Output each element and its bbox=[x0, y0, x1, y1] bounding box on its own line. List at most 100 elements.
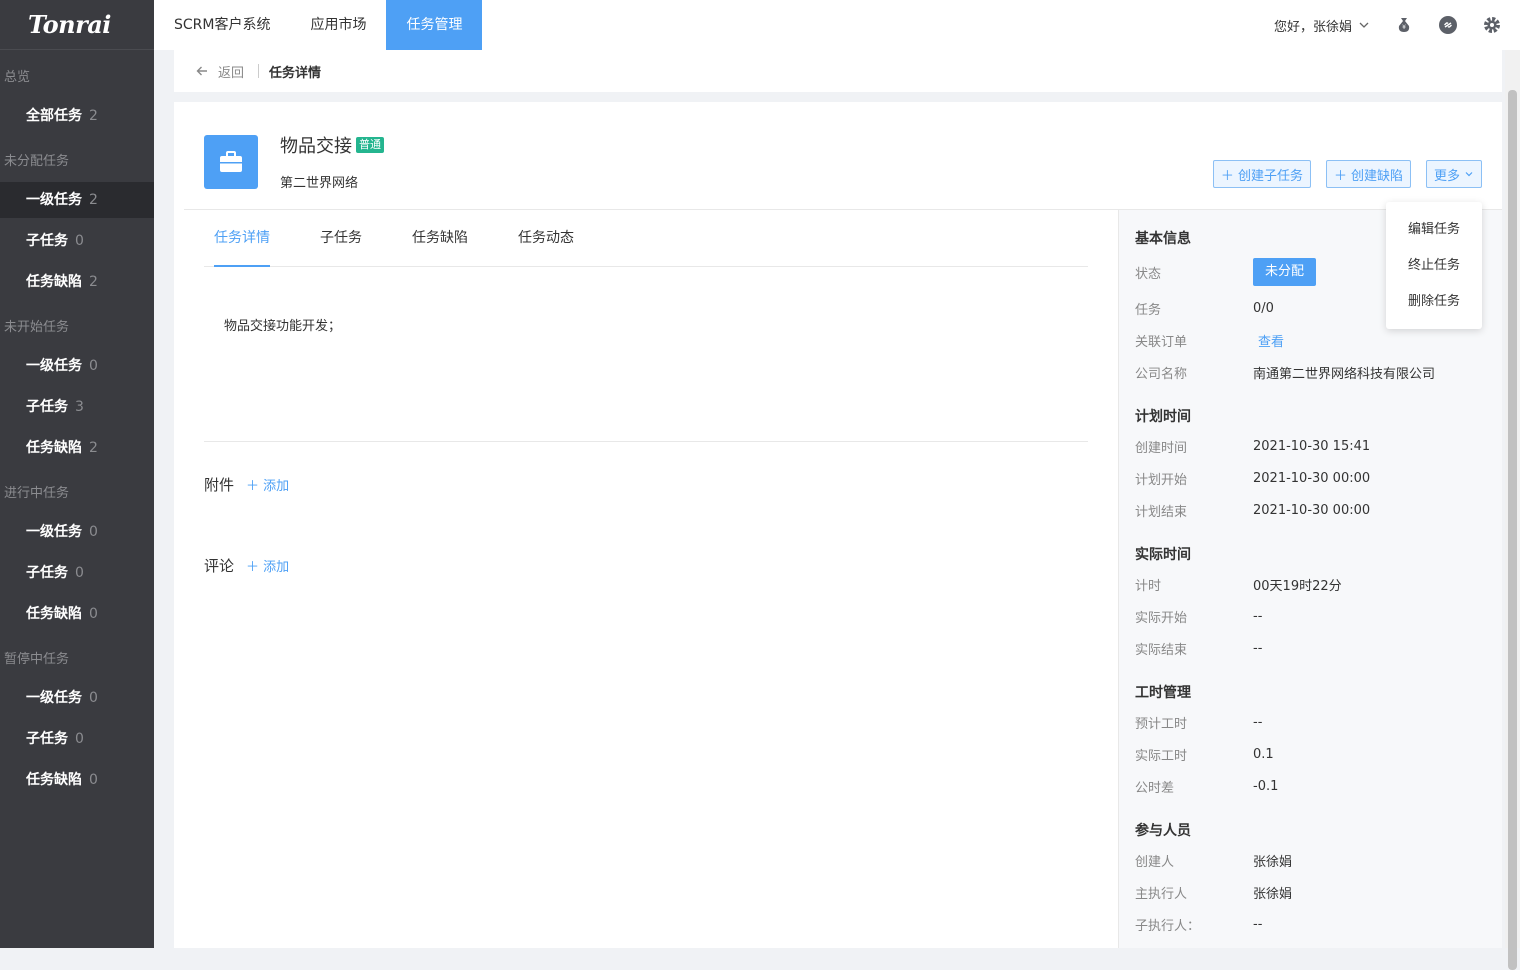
sidebar-item-count: 0 bbox=[75, 233, 84, 249]
tab-subtasks[interactable]: 子任务 bbox=[320, 210, 362, 267]
sidebar-section-unassigned: 未分配任务 bbox=[4, 154, 70, 169]
sidebar-item-inprogress-primary[interactable]: 一级任务 0 bbox=[0, 514, 154, 550]
field-value: 2021-10-30 00:00 bbox=[1253, 502, 1371, 518]
create-subtask-button[interactable]: ＋创建子任务 bbox=[1212, 160, 1311, 188]
field-label: 子执行人： bbox=[1135, 918, 1201, 934]
sidebar-item-count: 2 bbox=[89, 274, 98, 290]
sidebar-item-unassigned-defect[interactable]: 任务缺陷 2 bbox=[0, 264, 154, 300]
comments-label: 评论 bbox=[204, 557, 235, 575]
terminate-task-menu-item[interactable]: 终止任务 bbox=[1386, 248, 1482, 284]
logo: Tonrai bbox=[0, 0, 154, 50]
add-attachment-button[interactable]: ＋ 添加 bbox=[246, 475, 289, 494]
task-description: 物品交接功能开发； bbox=[204, 267, 1088, 442]
sidebar-item-label: 任务缺陷 bbox=[26, 606, 82, 622]
top-right-tools: 您好，张徐娟 ¥ bbox=[1274, 0, 1502, 50]
sidebar-item-count: 2 bbox=[89, 108, 98, 124]
sidebar-item-label: 子任务 bbox=[26, 233, 68, 249]
top-nav-app-market[interactable]: 应用市场 bbox=[290, 0, 386, 50]
sidebar-item-paused-defect[interactable]: 任务缺陷 0 bbox=[0, 762, 154, 798]
briefcase-icon bbox=[204, 135, 258, 189]
sidebar-item-notstarted-subtask[interactable]: 子任务 3 bbox=[0, 389, 154, 425]
task-title: 物品交接 bbox=[280, 136, 352, 157]
edit-task-menu-item[interactable]: 编辑任务 bbox=[1386, 212, 1482, 248]
link-icon[interactable] bbox=[1438, 15, 1458, 35]
more-button[interactable]: 更多 bbox=[1425, 160, 1482, 188]
tab-task-detail[interactable]: 任务详情 bbox=[214, 210, 270, 267]
sidebar-item-all-tasks[interactable]: 全部任务 2 bbox=[0, 98, 154, 134]
comments-row: 评论 ＋ 添加 bbox=[204, 555, 1088, 576]
button-label: 更多 bbox=[1433, 168, 1460, 184]
breadcrumb-divider bbox=[258, 64, 260, 78]
detail-main: 任务详情 子任务 任务缺陷 任务动态 物品交接功能开发； 附件 ＋ 添加 评论 … bbox=[204, 210, 1088, 576]
sidebar-item-count: 0 bbox=[89, 358, 98, 374]
add-label: 添加 bbox=[263, 560, 290, 575]
top-nav-bar: SCRM客户系统 应用市场 任务管理 您好，张徐娟 ¥ bbox=[154, 0, 1520, 50]
top-nav-task-management[interactable]: 任务管理 bbox=[386, 0, 483, 50]
svg-text:¥: ¥ bbox=[1402, 24, 1406, 31]
field-label: 计时 bbox=[1135, 578, 1162, 594]
field-label: 实际工时 bbox=[1135, 748, 1188, 764]
action-buttons: ＋创建子任务 ＋创建缺陷 更多 bbox=[1212, 160, 1482, 188]
scrollbar-thumb[interactable] bbox=[1508, 90, 1517, 970]
field-label: 创建人 bbox=[1135, 854, 1175, 870]
actual-start-row: 实际开始 -- bbox=[1135, 600, 1502, 632]
sidebar-item-unassigned-subtask[interactable]: 子任务 0 bbox=[0, 223, 154, 259]
user-menu[interactable]: 您好，张徐娟 bbox=[1274, 16, 1370, 35]
tab-activity[interactable]: 任务动态 bbox=[518, 210, 574, 267]
sidebar-item-count: 3 bbox=[75, 399, 84, 415]
sidebar-item-label: 一级任务 bbox=[26, 524, 82, 540]
back-label: 返回 bbox=[218, 65, 245, 81]
participants-title: 参与人员 bbox=[1135, 823, 1191, 839]
sidebar-item-unassigned-primary[interactable]: 一级任务 2 bbox=[0, 182, 154, 218]
actual-time-title: 实际时间 bbox=[1135, 547, 1191, 563]
status-badge: 未分配 bbox=[1253, 258, 1317, 286]
sub-executor-row: 子执行人： -- bbox=[1135, 908, 1502, 940]
sidebar-section-paused: 暂停中任务 bbox=[4, 652, 70, 667]
sidebar-item-label: 任务缺陷 bbox=[26, 274, 82, 290]
sidebar-item-paused-subtask[interactable]: 子任务 0 bbox=[0, 721, 154, 757]
field-value: 2021-10-30 15:41 bbox=[1253, 438, 1371, 454]
sidebar-item-inprogress-defect[interactable]: 任务缺陷 0 bbox=[0, 596, 154, 632]
plan-end-row: 计划结束 2021-10-30 00:00 bbox=[1135, 494, 1502, 526]
add-comment-button[interactable]: ＋ 添加 bbox=[246, 556, 289, 575]
breadcrumb-current: 任务详情 bbox=[269, 65, 322, 81]
view-order-link[interactable]: 查看 bbox=[1253, 331, 1284, 350]
back-button[interactable]: 返回 bbox=[196, 62, 244, 81]
task-title-row: 物品交接 普通 bbox=[280, 132, 384, 158]
sidebar-item-paused-primary[interactable]: 一级任务 0 bbox=[0, 680, 154, 716]
sidebar-item-label: 子任务 bbox=[26, 565, 68, 581]
sidebar-item-label: 子任务 bbox=[26, 731, 68, 747]
plan-time-title: 计划时间 bbox=[1135, 409, 1191, 425]
top-nav-scrm[interactable]: SCRM客户系统 bbox=[154, 0, 290, 50]
field-value: -- bbox=[1253, 640, 1263, 656]
field-label: 公时差 bbox=[1135, 780, 1175, 796]
sidebar-item-inprogress-subtask[interactable]: 子任务 0 bbox=[0, 555, 154, 591]
field-label: 计划开始 bbox=[1135, 472, 1188, 488]
field-value: 2021-10-30 00:00 bbox=[1253, 470, 1371, 486]
field-value: 南通第二世界网络科技有限公司 bbox=[1253, 366, 1436, 382]
attachments-label: 附件 bbox=[204, 476, 235, 494]
field-value: 0/0 bbox=[1253, 300, 1274, 316]
chevron-down-icon bbox=[1465, 172, 1473, 177]
sidebar-item-count: 0 bbox=[89, 772, 98, 788]
created-row: 创建时间 2021-10-30 15:41 bbox=[1135, 430, 1502, 462]
field-label: 预计工时 bbox=[1135, 716, 1188, 732]
field-label: 公司名称 bbox=[1135, 366, 1188, 382]
delete-task-menu-item[interactable]: 删除任务 bbox=[1386, 284, 1482, 320]
create-defect-button[interactable]: ＋创建缺陷 bbox=[1325, 160, 1411, 188]
tab-defects[interactable]: 任务缺陷 bbox=[412, 210, 468, 267]
money-bag-icon[interactable]: ¥ bbox=[1394, 15, 1414, 35]
sidebar-item-notstarted-defect[interactable]: 任务缺陷 2 bbox=[0, 430, 154, 466]
actual-end-row: 实际结束 -- bbox=[1135, 632, 1502, 664]
work-hours-title: 工时管理 bbox=[1135, 685, 1191, 701]
hours-diff-row: 公时差 -0.1 bbox=[1135, 770, 1502, 802]
field-label: 实际开始 bbox=[1135, 610, 1188, 626]
plus-icon: ＋ bbox=[1220, 168, 1234, 184]
sidebar-item-label: 一级任务 bbox=[26, 358, 82, 374]
field-value: -- bbox=[1253, 608, 1263, 624]
field-value: 张徐娟 bbox=[1253, 854, 1293, 870]
page-scrollbar[interactable] bbox=[1505, 50, 1520, 970]
sidebar-item-notstarted-primary[interactable]: 一级任务 0 bbox=[0, 348, 154, 384]
field-label: 任务 bbox=[1135, 302, 1162, 318]
gear-icon[interactable] bbox=[1482, 15, 1502, 35]
